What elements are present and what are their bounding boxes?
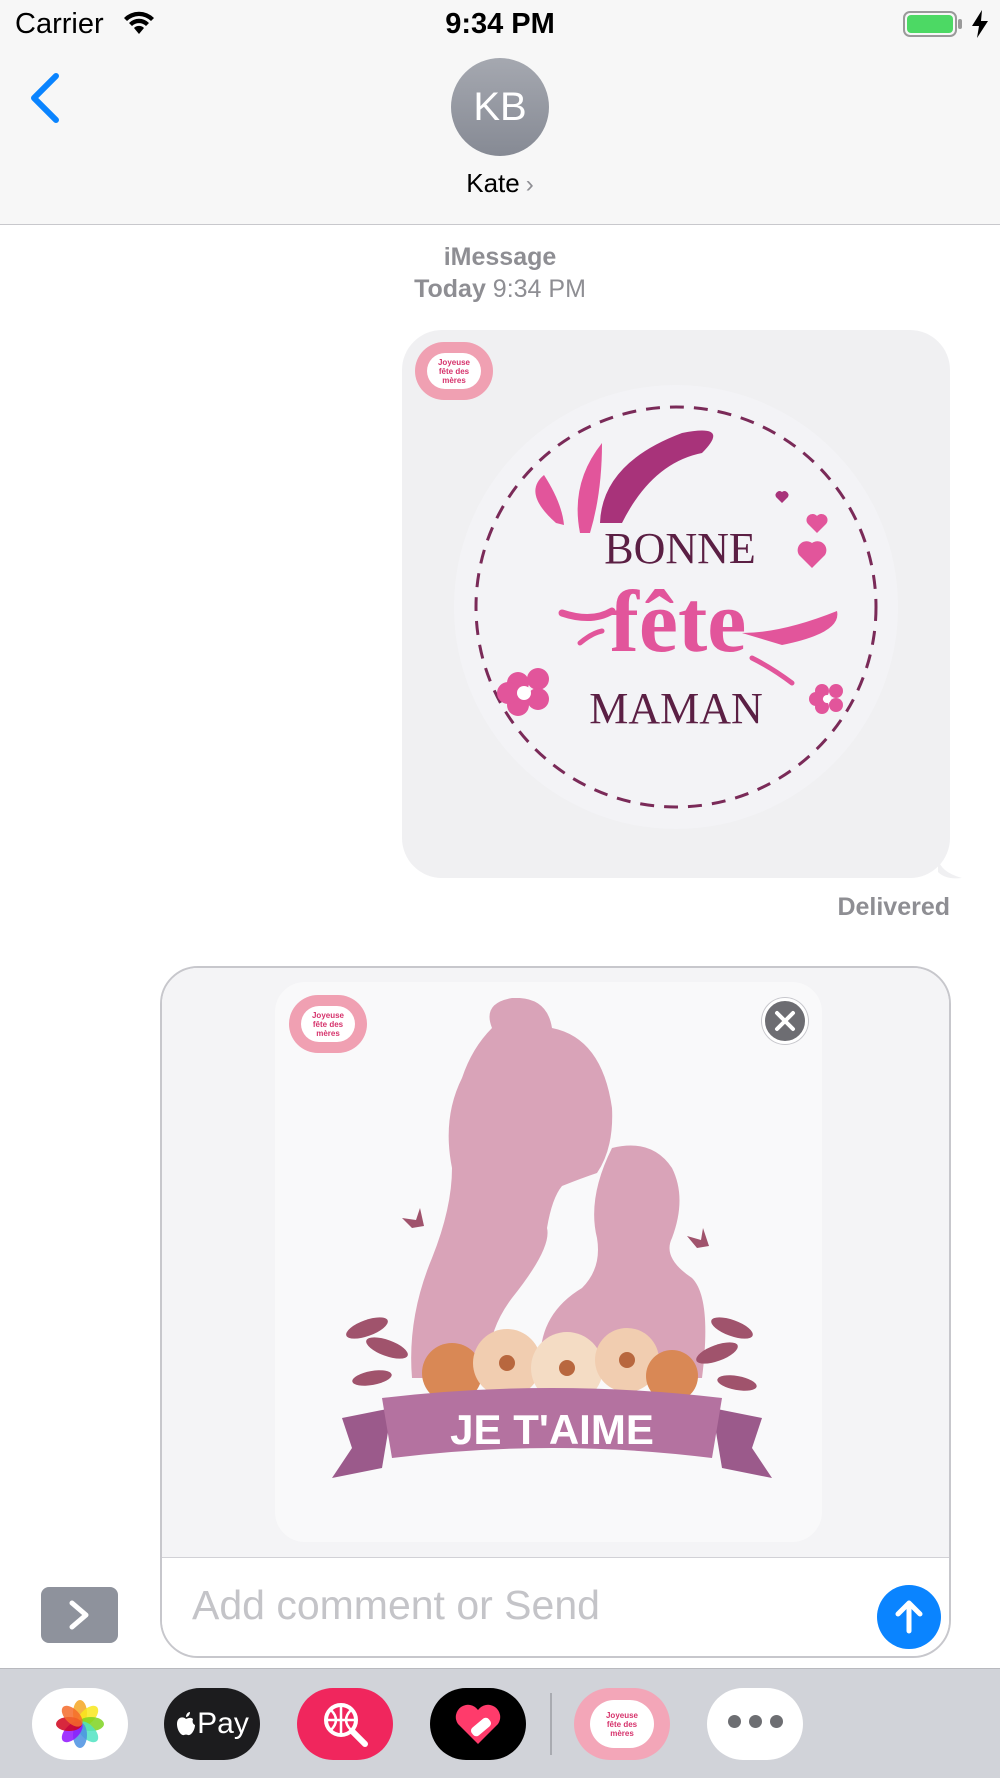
close-icon (775, 1011, 795, 1031)
je-taime-sticker: JE T'AIME (332, 998, 772, 1478)
digital-touch-app-button[interactable] (430, 1688, 526, 1760)
timestamp-day: Today (414, 275, 486, 303)
status-bar: Carrier 9:34 PM (0, 0, 1000, 50)
sticker-text-fete: fête (610, 574, 747, 671)
sticker-text-bonne: BONNE (604, 524, 756, 573)
comment-row (162, 1557, 949, 1656)
send-button[interactable] (877, 1585, 941, 1649)
more-apps-button[interactable] (707, 1688, 803, 1760)
sticker-preview-area: Joyeuse fête des mères JE T'AIME (162, 968, 949, 1557)
charging-bolt-icon (972, 10, 988, 38)
service-label: iMessage (443, 243, 557, 271)
delivered-receipt: Delivered (837, 893, 950, 921)
pay-label: Pay (197, 1707, 249, 1740)
chevron-right-icon (69, 1600, 89, 1630)
photos-flower-icon (56, 1700, 104, 1748)
bonne-fete-maman-sticker: BONNE fête MAMAN (454, 385, 898, 829)
ellipsis-icon (724, 1715, 787, 1733)
sticker-text-maman: MAMAN (589, 684, 763, 733)
sticker-app-logo: Joyeuse fête des mères (590, 1700, 654, 1748)
battery-icon (903, 11, 962, 37)
comment-input[interactable] (192, 1580, 852, 1630)
apple-logo-icon (177, 1712, 196, 1736)
heart-bandage-icon (455, 1704, 501, 1744)
compose-card: Joyeuse fête des mères JE T'AIME Add com… (160, 966, 951, 1658)
chevron-right-icon: › (525, 171, 534, 198)
remove-sticker-button[interactable] (762, 998, 808, 1044)
contact-name-button[interactable]: Kate › (0, 168, 1000, 199)
photos-app-button[interactable] (32, 1688, 128, 1760)
expand-apps-button[interactable] (41, 1587, 118, 1643)
status-time: 9:34 PM (445, 8, 555, 40)
message-timestamp: Today 9:34 PM (0, 275, 1000, 304)
contact-avatar[interactable]: KB (451, 58, 549, 156)
globe-search-icon (324, 1703, 368, 1747)
apple-pay-app-button[interactable]: Pay (164, 1688, 260, 1760)
arrow-up-icon (895, 1600, 923, 1634)
timestamp-time: 9:34 PM (492, 275, 586, 303)
drawer-divider (550, 1693, 552, 1755)
web-image-search-app-button[interactable] (297, 1688, 393, 1760)
sticker-banner-text: JE T'AIME (450, 1406, 654, 1453)
conversation-header: KB Kate › (0, 50, 1000, 225)
bubble-tail (938, 858, 962, 879)
contact-name: Kate (466, 168, 520, 198)
back-chevron-icon[interactable] (26, 70, 66, 126)
joyeuse-fete-des-meres-app-button[interactable]: Joyeuse fête des mères (574, 1688, 670, 1760)
app-drawer: Pay Joyeuse fête des mères (0, 1668, 1000, 1778)
